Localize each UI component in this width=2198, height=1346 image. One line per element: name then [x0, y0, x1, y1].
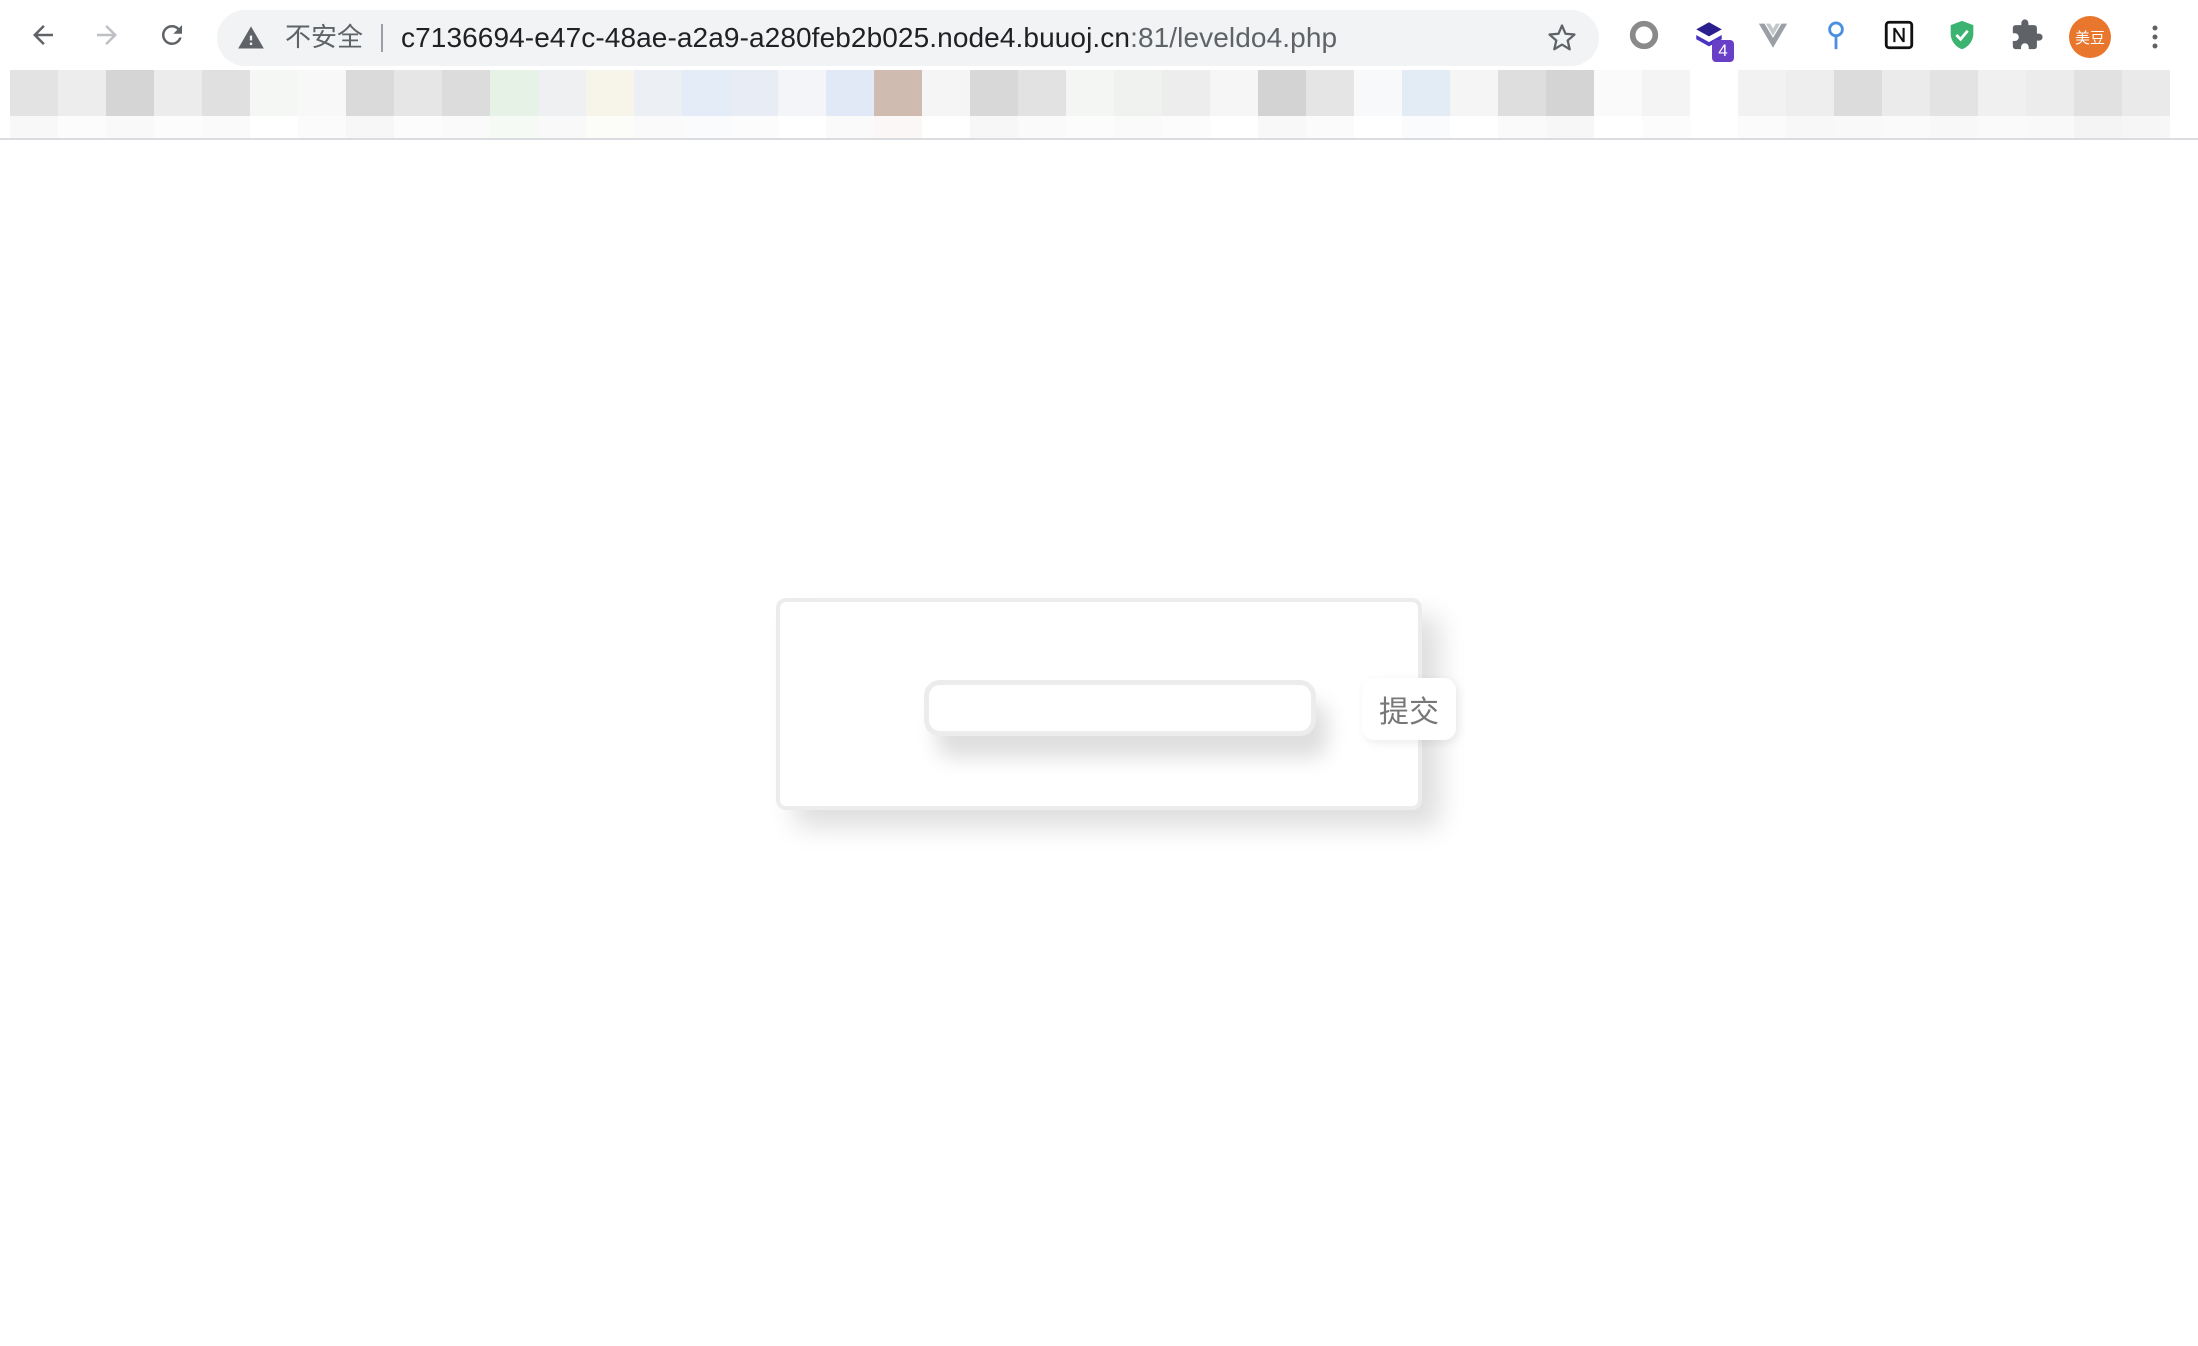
omnibox-divider	[381, 24, 383, 52]
reload-button[interactable]	[151, 14, 193, 56]
profile-avatar[interactable]: 美豆	[2069, 16, 2111, 58]
extension-stack-button[interactable]: 4	[1690, 16, 1734, 62]
extension-circle-button[interactable]	[1625, 16, 1663, 54]
browser-menu-button[interactable]	[2140, 16, 2170, 58]
forward-button[interactable]	[86, 14, 128, 56]
extension-notion-button[interactable]	[1880, 16, 1918, 54]
puzzle-piece-icon	[2012, 19, 2043, 50]
back-button[interactable]	[22, 14, 64, 56]
browser-toolbar: 不安全 c7136694-e47c-48ae-a2a9-a280feb2b025…	[0, 0, 2198, 70]
bookmarks-mosaic	[10, 70, 2170, 116]
extension-shield-button[interactable]	[1943, 16, 1981, 54]
pin-icon	[1828, 21, 1844, 50]
address-bar[interactable]: 不安全 c7136694-e47c-48ae-a2a9-a280feb2b025…	[217, 10, 1599, 66]
form-card: 提交	[776, 598, 1456, 810]
bookmark-star-icon[interactable]	[1547, 23, 1577, 53]
url-host: c7136694-e47c-48ae-a2a9-a280feb2b025.nod…	[401, 22, 1131, 53]
bookmarks-mosaic-lower	[10, 116, 2170, 138]
notion-logo-icon	[1884, 20, 1914, 50]
url-text[interactable]: c7136694-e47c-48ae-a2a9-a280feb2b025.nod…	[401, 10, 1337, 66]
extension-badge: 4	[1712, 40, 1734, 62]
shield-check-icon	[1950, 20, 1974, 50]
warning-icon	[238, 26, 264, 49]
reload-icon	[161, 24, 182, 45]
back-arrow-icon	[33, 25, 53, 45]
submit-button[interactable]: 提交	[1362, 678, 1456, 740]
bookmarks-bar-obscured	[0, 70, 2198, 138]
text-input[interactable]	[924, 680, 1316, 736]
more-vertical-icon	[2152, 25, 2158, 49]
vue-logo-icon	[1758, 23, 1788, 48]
forward-arrow-icon	[97, 25, 117, 45]
circle-ring-icon	[1629, 20, 1659, 50]
extensions-puzzle-button[interactable]	[2008, 16, 2046, 54]
extension-vue-button[interactable]	[1754, 16, 1792, 54]
extension-pin-button[interactable]	[1817, 16, 1855, 54]
page-content: 提交	[0, 140, 2198, 1346]
security-label[interactable]: 不安全	[285, 10, 363, 66]
url-path: :81/leveldo4.php	[1130, 22, 1338, 53]
